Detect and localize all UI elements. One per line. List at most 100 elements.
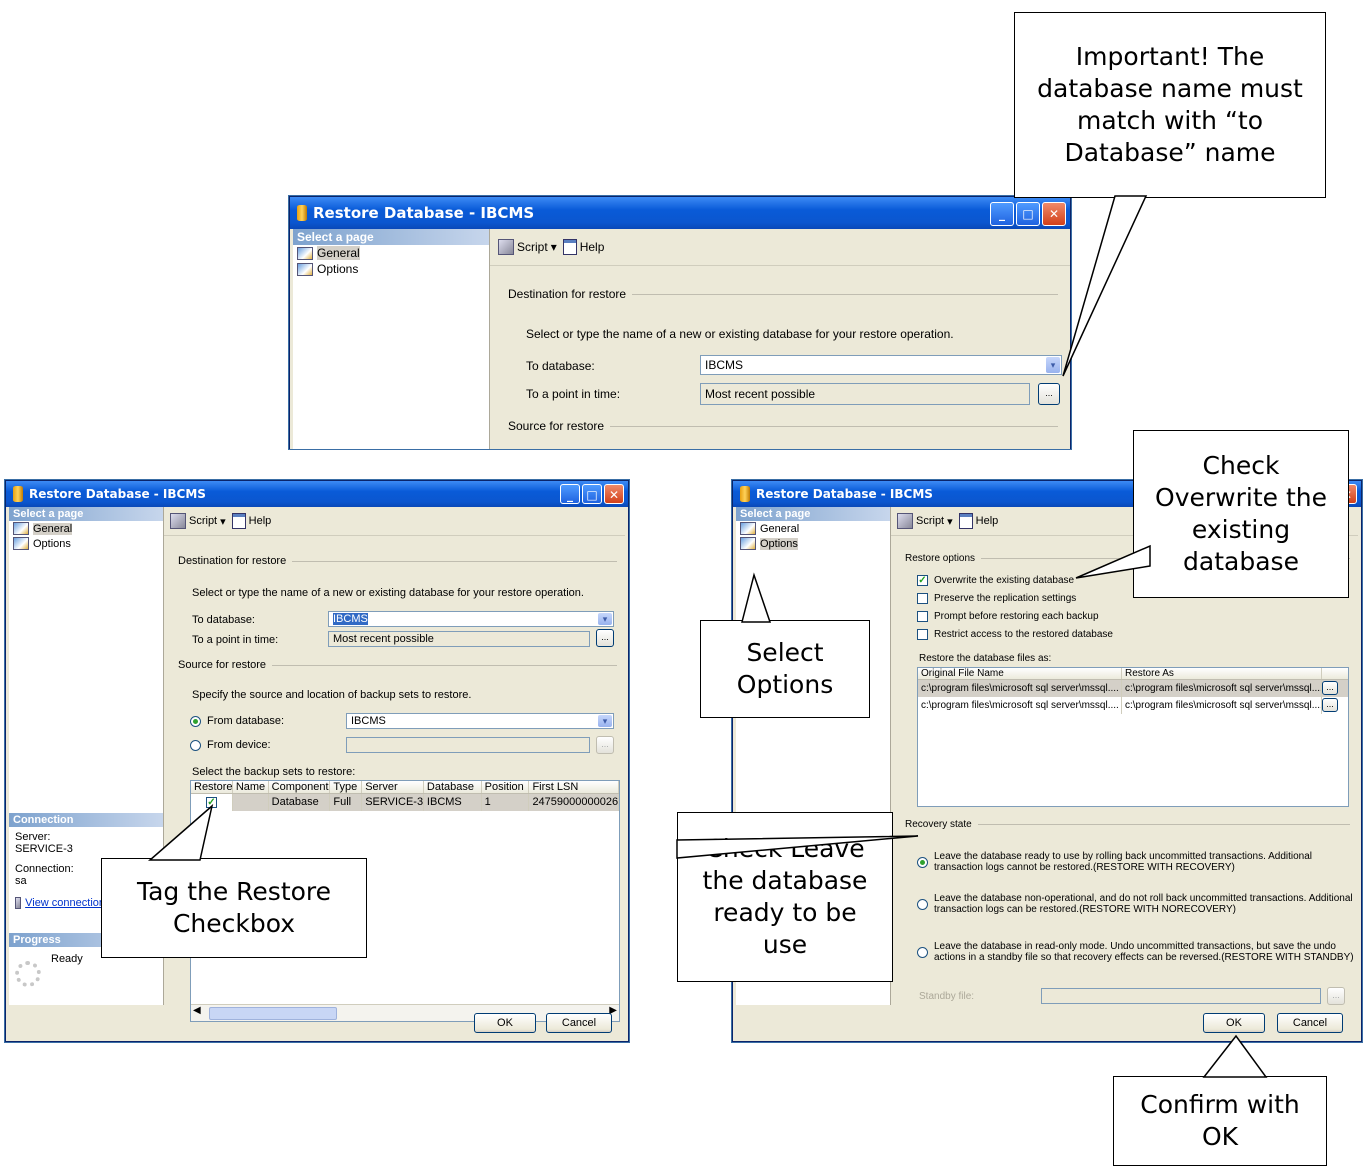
files-label: Restore the database files as: — [919, 653, 1052, 664]
maximize-icon[interactable]: □ — [582, 484, 602, 504]
maximize-icon[interactable]: □ — [1016, 202, 1040, 226]
point-in-time-label: To a point in time: — [526, 387, 621, 401]
point-in-time-label: To a point in time: — [192, 634, 279, 646]
select-page-header: Select a page — [736, 507, 890, 521]
point-in-time-field[interactable]: Most recent possible — [328, 631, 590, 647]
page-options[interactable]: Options — [736, 536, 890, 551]
file-mapping-grid[interactable]: Original File Name Restore As c:\program… — [917, 667, 1349, 807]
point-in-time-browse-button[interactable]: ... — [596, 629, 614, 647]
from-device-radio[interactable]: From device: — [190, 739, 271, 751]
chevron-down-icon[interactable]: ▾ — [598, 613, 612, 625]
standby-browse-button[interactable]: ... — [1327, 987, 1345, 1005]
recovery-state-header: Recovery state — [905, 819, 1350, 830]
from-device-browse-button[interactable]: ... — [596, 736, 614, 754]
browse-file-button[interactable]: ... — [1322, 698, 1338, 712]
radio-unselected-icon[interactable] — [190, 739, 201, 751]
script-button[interactable]: Script ▾ — [897, 513, 953, 529]
from-database-combobox[interactable]: IBCMS ▾ — [346, 713, 614, 729]
point-in-time-field[interactable]: Most recent possible — [700, 383, 1030, 405]
checkbox[interactable] — [917, 593, 928, 604]
callout-check-overwrite: Check Overwrite the existing database — [1133, 430, 1349, 598]
top-toolbar: Script ▾ Help — [490, 229, 1070, 266]
chevron-down-icon[interactable]: ▾ — [1046, 357, 1060, 373]
recovery-option-standby[interactable]: Leave the database in read-only mode. Un… — [917, 941, 1354, 963]
database-icon — [740, 486, 750, 502]
database-icon — [297, 205, 307, 221]
page-options[interactable]: Options — [9, 536, 163, 551]
callout-check-leave: Check Leave the database ready to be use — [677, 812, 893, 982]
radio-unselected-icon[interactable] — [917, 898, 928, 910]
script-icon — [170, 513, 186, 529]
left-window-title: Restore Database - IBCMS — [29, 487, 206, 501]
from-device-field[interactable] — [346, 737, 590, 753]
destination-group-header: Destination for restore — [178, 555, 617, 567]
close-icon[interactable]: ✕ — [604, 484, 624, 504]
page-options[interactable]: Options — [293, 261, 489, 277]
connection-properties-icon — [15, 897, 22, 909]
top-title-bar[interactable]: Restore Database - IBCMS _ □ ✕ — [290, 197, 1070, 229]
ok-button[interactable]: OK — [474, 1013, 536, 1033]
cancel-button[interactable]: Cancel — [1277, 1013, 1343, 1033]
page-icon — [297, 246, 313, 260]
chevron-left-icon[interactable]: ◀ — [193, 1005, 201, 1016]
recovery-option-with-recovery[interactable]: Leave the database ready to use by rolli… — [917, 851, 1312, 873]
to-database-combobox[interactable]: IBCMS ▾ — [328, 611, 614, 627]
ok-button[interactable]: OK — [1203, 1013, 1265, 1033]
page-general[interactable]: General — [293, 245, 489, 261]
help-icon — [562, 239, 577, 255]
option-prompt-before-restore[interactable]: Prompt before restoring each backup — [917, 611, 1099, 622]
restore-checkbox[interactable]: ✓ — [205, 797, 217, 808]
page-icon — [297, 262, 313, 276]
table-row[interactable]: c:\program files\microsoft sql server\ms… — [918, 697, 1348, 714]
page-general[interactable]: General — [736, 521, 890, 536]
page-icon — [13, 537, 29, 550]
destination-group-header: Destination for restore — [508, 287, 1058, 301]
scrollbar-thumb[interactable] — [209, 1007, 337, 1020]
radio-selected-icon[interactable] — [190, 715, 201, 727]
browse-file-button[interactable]: ... — [1322, 681, 1338, 695]
callout-important: Important! The database name must match … — [1014, 12, 1326, 198]
page-general[interactable]: General — [9, 521, 163, 536]
important-callout-tail — [1062, 195, 1148, 377]
option-restrict-access[interactable]: Restrict access to the restored database — [917, 629, 1113, 640]
table-row[interactable]: ✓ Database Full SERVICE-3 IBCMS 1 247590… — [191, 794, 619, 811]
help-button[interactable]: Help — [562, 239, 604, 255]
callout-select-options: Select Options — [700, 620, 870, 718]
callout-confirm-ok: Confirm with OK — [1113, 1076, 1327, 1166]
grid-header: Restore Name Component Type Server Datab… — [191, 781, 619, 794]
help-icon — [231, 513, 246, 529]
checkbox[interactable] — [917, 611, 928, 622]
recovery-option-norecovery[interactable]: Leave the database non-operational, and … — [917, 893, 1353, 915]
chevron-down-icon: ▾ — [220, 515, 226, 528]
backup-sets-label: Select the backup sets to restore: — [192, 766, 356, 778]
server-label: Server: — [15, 831, 51, 843]
help-button[interactable]: Help — [231, 513, 271, 529]
help-icon — [958, 513, 973, 529]
option-overwrite[interactable]: ✓ Overwrite the existing database — [917, 575, 1074, 586]
left-title-bar[interactable]: Restore Database - IBCMS _ □ ✕ — [6, 481, 628, 507]
script-button[interactable]: Script ▾ — [170, 513, 226, 529]
table-row[interactable]: c:\program files\microsoft sql server\ms… — [918, 680, 1348, 697]
close-icon[interactable]: ✕ — [1042, 202, 1066, 226]
point-in-time-browse-button[interactable]: ... — [1038, 383, 1060, 405]
top-window-title: Restore Database - IBCMS — [313, 204, 535, 222]
right-window-title: Restore Database - IBCMS — [756, 487, 933, 501]
top-general-panel: Script ▾ Help Destination for restore Sel… — [490, 229, 1070, 449]
option-preserve-replication[interactable]: Preserve the replication settings — [917, 593, 1076, 604]
radio-unselected-icon[interactable] — [917, 946, 928, 958]
minimize-icon[interactable]: _ — [990, 202, 1014, 226]
standby-file-field[interactable] — [1041, 988, 1321, 1004]
script-button[interactable]: Script ▾ — [498, 239, 557, 255]
cancel-button[interactable]: Cancel — [546, 1013, 612, 1033]
page-icon — [13, 522, 29, 535]
chevron-down-icon[interactable]: ▾ — [598, 715, 612, 727]
checkbox[interactable] — [917, 629, 928, 640]
grid-header: Original File Name Restore As — [918, 668, 1348, 680]
help-button[interactable]: Help — [958, 513, 998, 529]
from-database-radio[interactable]: From database: — [190, 715, 284, 727]
minimize-icon[interactable]: _ — [560, 484, 580, 504]
to-database-combobox[interactable]: IBCMS ▾ — [700, 355, 1062, 375]
radio-selected-icon[interactable] — [917, 856, 928, 868]
checkbox[interactable]: ✓ — [917, 575, 928, 586]
source-group-header: Source for restore — [178, 659, 617, 671]
